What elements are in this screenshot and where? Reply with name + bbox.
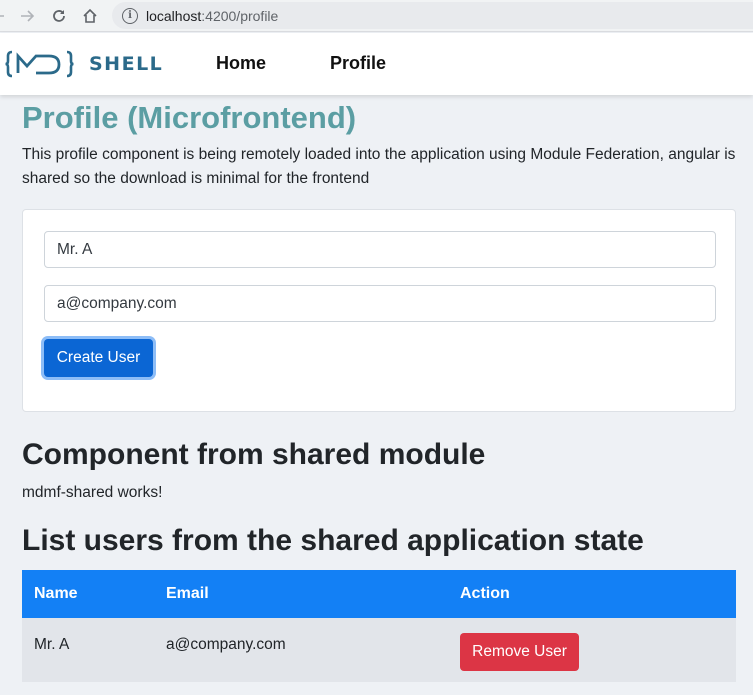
arrow-left-icon bbox=[0, 15, 4, 17]
intro-text: This profile component is being remotely… bbox=[22, 146, 736, 187]
users-table: Name Email Action Mr. A a@company.com Re… bbox=[22, 570, 736, 682]
column-header-email: Email bbox=[154, 570, 448, 618]
app-navbar: SHELL Home Profile bbox=[0, 33, 753, 95]
user-action-cell: Remove User bbox=[448, 618, 736, 682]
create-user-card: Create User bbox=[22, 209, 736, 412]
name-input[interactable] bbox=[44, 231, 716, 268]
url-path: :4200/profile bbox=[201, 7, 279, 24]
url-text: localhost:4200/profile bbox=[146, 8, 278, 24]
home-button[interactable] bbox=[80, 6, 100, 26]
nav-link-profile[interactable]: Profile bbox=[330, 53, 386, 74]
logo-text: SHELL bbox=[89, 53, 164, 75]
column-header-action: Action bbox=[448, 570, 736, 618]
brand-logo[interactable]: SHELL bbox=[5, 49, 163, 79]
shared-module-text: mdmf-shared works! bbox=[22, 484, 163, 501]
nav-link-home[interactable]: Home bbox=[216, 53, 266, 74]
create-user-button[interactable]: Create User bbox=[44, 339, 153, 377]
url-host: localhost bbox=[146, 7, 202, 24]
home-icon bbox=[83, 8, 97, 23]
back-button[interactable] bbox=[0, 6, 8, 26]
reload-button[interactable] bbox=[49, 6, 69, 26]
table-header-row: Name Email Action bbox=[22, 570, 736, 618]
arrow-right-icon bbox=[21, 10, 35, 22]
reload-icon bbox=[53, 10, 65, 22]
table-row: Mr. A a@company.com Remove User bbox=[22, 618, 736, 682]
page-title: Profile (Microfrontend) bbox=[22, 100, 357, 135]
users-list-heading: List users from the shared application s… bbox=[22, 524, 644, 557]
md-logo-icon bbox=[5, 50, 74, 78]
user-name-cell: Mr. A bbox=[22, 618, 154, 682]
shared-module-heading: Component from shared module bbox=[22, 438, 486, 471]
info-icon[interactable]: i bbox=[122, 7, 138, 24]
browser-toolbar: i localhost:4200/profile bbox=[0, 0, 753, 32]
column-header-name: Name bbox=[22, 570, 154, 618]
address-bar[interactable]: i localhost:4200/profile bbox=[112, 2, 753, 29]
profile-page: Profile (Microfrontend) This profile com… bbox=[22, 98, 736, 682]
email-input[interactable] bbox=[44, 285, 716, 322]
forward-button[interactable] bbox=[17, 6, 37, 26]
remove-user-button[interactable]: Remove User bbox=[460, 633, 579, 671]
user-email-cell: a@company.com bbox=[154, 618, 448, 682]
